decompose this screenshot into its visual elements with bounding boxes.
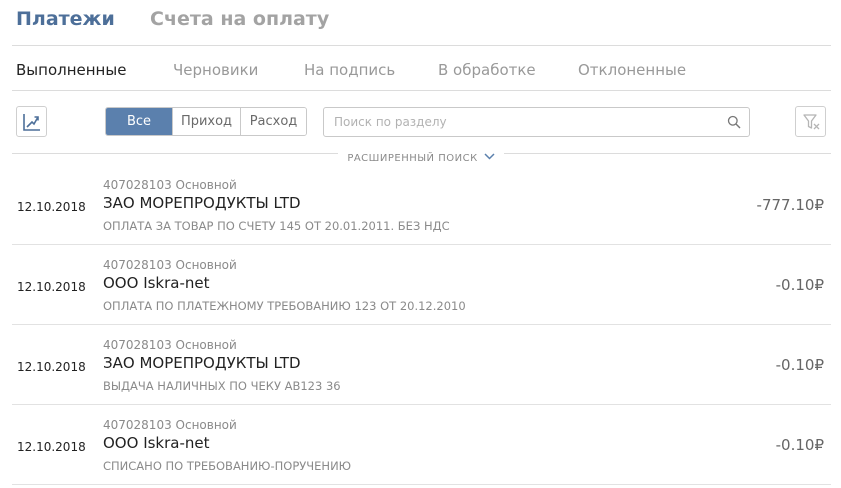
advanced-search-toggle[interactable]: РАСШИРЕННЫЙ ПОИСК bbox=[338, 146, 504, 164]
filter-expense-button[interactable]: Расход bbox=[241, 108, 306, 135]
transaction-amount: -0.10₽ bbox=[775, 276, 824, 294]
transaction-amount: -0.10₽ bbox=[775, 356, 824, 374]
tab-payments[interactable]: Платежи bbox=[16, 6, 115, 32]
transaction-purpose: ОПЛАТА ПО ПЛАТЕЖНОМУ ТРЕБОВАНИЮ 123 ОТ 2… bbox=[103, 299, 466, 313]
top-tabs: Платежи Счета на оплату bbox=[0, 0, 841, 46]
subtab-rejected[interactable]: Отклоненные bbox=[578, 59, 686, 81]
subtab-processing[interactable]: В обработке bbox=[438, 59, 536, 81]
chart-button[interactable] bbox=[16, 106, 47, 137]
divider bbox=[12, 45, 831, 46]
transaction-party: ЗАО МОРЕПРОДУКТЫ LTD bbox=[103, 354, 301, 372]
transaction-date: 12.10.2018 bbox=[17, 280, 86, 294]
filter-income-button[interactable]: Приход bbox=[173, 108, 241, 135]
transaction-account: 407028103 Основной bbox=[103, 258, 237, 272]
transaction-account: 407028103 Основной bbox=[103, 338, 237, 352]
search-box bbox=[323, 107, 750, 137]
advanced-search-label: РАСШИРЕННЫЙ ПОИСК bbox=[347, 153, 478, 164]
transaction-purpose: ОПЛАТА ЗА ТОВАР ПО СЧЕТУ 145 ОТ 20.01.20… bbox=[103, 219, 450, 233]
transaction-purpose: ВЫДАЧА НАЛИЧНЫХ ПО ЧЕКУ АВ123 36 bbox=[103, 379, 341, 393]
transaction-amount: -777.10₽ bbox=[756, 196, 824, 214]
transaction-party: ООО Iskra-net bbox=[103, 274, 210, 292]
transaction-party: ЗАО МОРЕПРОДУКТЫ LTD bbox=[103, 194, 301, 212]
tab-invoices[interactable]: Счета на оплату bbox=[150, 6, 329, 32]
transaction-row[interactable]: 12.10.2018 407028103 Основной ЗАО МОРЕПР… bbox=[12, 325, 831, 405]
transaction-account: 407028103 Основной bbox=[103, 178, 237, 192]
transaction-row[interactable]: 12.10.2018 407028103 Основной ЗАО МОРЕПР… bbox=[12, 165, 831, 245]
search-icon[interactable] bbox=[727, 115, 741, 129]
clear-filter-button[interactable] bbox=[795, 106, 826, 137]
transaction-date: 12.10.2018 bbox=[17, 440, 86, 454]
subtab-executed[interactable]: Выполненные bbox=[16, 59, 126, 81]
transaction-row[interactable]: 12.10.2018 407028103 Основной ООО Iskra-… bbox=[12, 245, 831, 325]
chevron-down-icon bbox=[484, 153, 495, 160]
filter-clear-icon bbox=[803, 114, 820, 130]
divider bbox=[12, 153, 338, 154]
transaction-purpose: СПИСАНО ПО ТРЕБОВАНИЮ-ПОРУЧЕНИЮ bbox=[103, 459, 352, 473]
divider bbox=[12, 90, 831, 91]
transaction-account: 407028103 Основной bbox=[103, 418, 237, 432]
divider bbox=[504, 153, 831, 154]
direction-filter: Все Приход Расход bbox=[105, 107, 307, 136]
trend-chart-icon bbox=[23, 114, 40, 131]
transaction-date: 12.10.2018 bbox=[17, 360, 86, 374]
transaction-amount: -0.10₽ bbox=[775, 436, 824, 454]
subtab-to-sign[interactable]: На подпись bbox=[304, 59, 395, 81]
search-input[interactable] bbox=[324, 108, 719, 136]
transaction-date: 12.10.2018 bbox=[17, 200, 86, 214]
subtab-drafts[interactable]: Черновики bbox=[173, 59, 258, 81]
transaction-party: ООО Iskra-net bbox=[103, 434, 210, 452]
transaction-row[interactable]: 12.10.2018 407028103 Основной ООО Iskra-… bbox=[12, 405, 831, 485]
filter-all-button[interactable]: Все bbox=[106, 108, 173, 135]
